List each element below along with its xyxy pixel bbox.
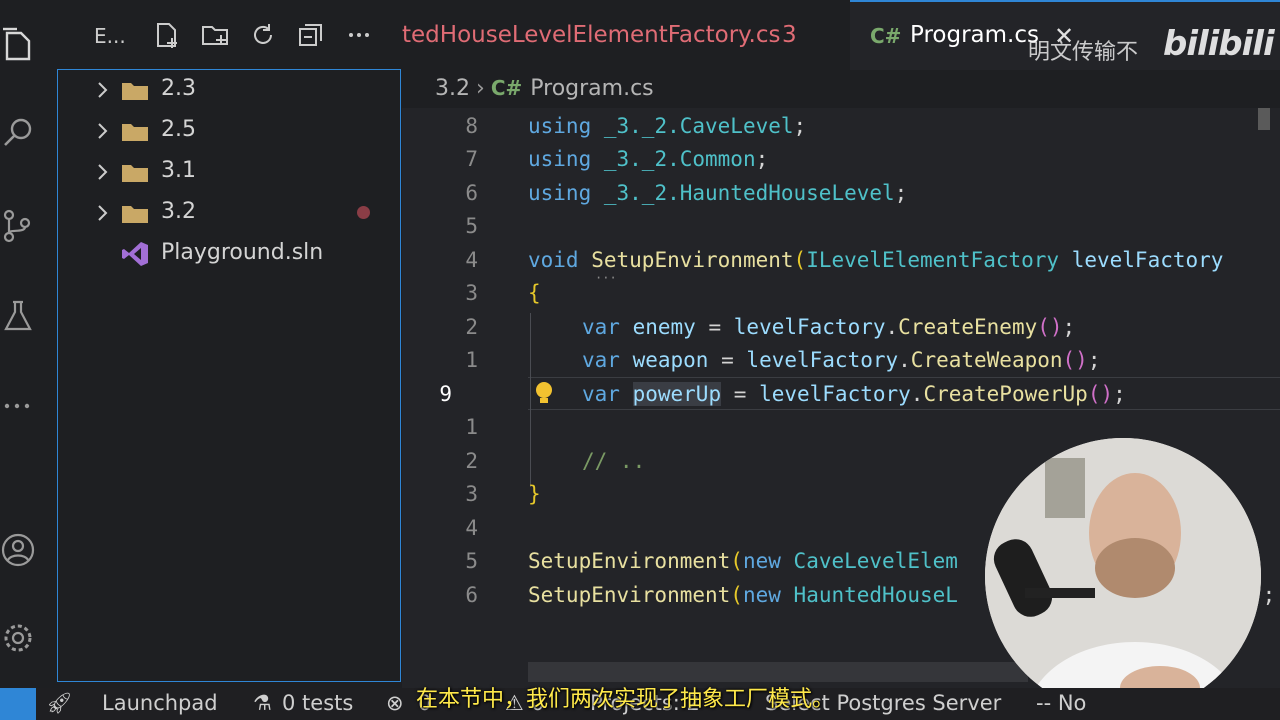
- chevron-right-icon: ›: [476, 76, 485, 101]
- code-line: 1: [402, 410, 1280, 443]
- horizontal-scrollbar[interactable]: [528, 662, 1028, 682]
- folder-icon: [122, 165, 148, 182]
- folder-icon: [122, 206, 148, 223]
- code-comment: // ..: [582, 449, 646, 473]
- line-number: 2: [465, 315, 478, 339]
- vscode-window: E... 2.3 2.5 3.1 3.2 Playground.sln tedH…: [0, 0, 1280, 720]
- code-line: 4 void SetupEnvironment(ILevelElementFac…: [402, 243, 1280, 285]
- watermark-text: 明文传输不: [1028, 40, 1139, 65]
- presenter-image: [985, 438, 1261, 714]
- lightbulb-icon[interactable]: [532, 380, 556, 406]
- status-end-label[interactable]: -- No: [1036, 691, 1086, 715]
- more-icon[interactable]: [0, 388, 36, 424]
- line-number: 6: [465, 583, 478, 607]
- tree-item-folder[interactable]: 2.5: [58, 111, 398, 151]
- more-actions-icon[interactable]: [344, 20, 374, 50]
- problems-count: 3: [782, 22, 797, 48]
- visual-studio-icon: [122, 242, 148, 266]
- vertical-scrollbar[interactable]: [1258, 108, 1270, 130]
- collapse-all-icon[interactable]: [296, 20, 326, 50]
- chevron-right-icon[interactable]: [92, 80, 112, 100]
- chevron-right-icon[interactable]: [92, 203, 112, 223]
- line-number: 2: [465, 449, 478, 473]
- code-text: {: [528, 281, 541, 305]
- line-number: 1: [465, 415, 478, 439]
- chevron-right-icon[interactable]: [92, 121, 112, 141]
- tree-item-label: 2.5: [161, 117, 196, 142]
- code-text: var enemy = levelFactory.CreateEnemy();: [582, 315, 1076, 339]
- code-text: void SetupEnvironment(ILevelElementFacto…: [528, 248, 1224, 272]
- tree-item-folder[interactable]: 3.1: [58, 152, 398, 192]
- video-subtitle: 在本节中，我们两次实现了抽象工厂模式。: [416, 687, 835, 712]
- tree-item-solution[interactable]: Playground.sln: [58, 234, 398, 274]
- explorer-files-icon[interactable]: [0, 26, 36, 62]
- breadcrumb: 3.2 › C# Program.cs: [435, 76, 654, 101]
- new-folder-icon[interactable]: [200, 20, 230, 50]
- webcam-overlay: [985, 438, 1261, 714]
- explorer-tree: 2.3 2.5 3.1 3.2 Playground.sln: [57, 69, 401, 682]
- tree-item-label: 3.2: [161, 199, 196, 224]
- editor-tabs: tedHouseLevelElementFactory.cs 3 C# Prog…: [402, 0, 1280, 70]
- tab-label: tedHouseLevelElementFactory.cs: [402, 22, 781, 48]
- line-number: 1: [465, 348, 478, 372]
- tab-label: Program.cs: [910, 22, 1039, 48]
- breadcrumb-folder[interactable]: 3.2: [435, 76, 470, 101]
- search-icon[interactable]: [0, 114, 36, 150]
- line-number: 8: [465, 114, 478, 138]
- refresh-icon[interactable]: [248, 20, 278, 50]
- line-number: 5: [465, 549, 478, 573]
- tests-label[interactable]: 0 tests: [282, 691, 353, 715]
- error-icon: ⊗: [386, 691, 404, 715]
- code-text: using _3._2.Common;: [528, 147, 769, 171]
- code-line: 1 var weapon = levelFactory.CreateWeapon…: [402, 343, 1280, 376]
- remote-indicator[interactable]: [0, 688, 36, 720]
- chevron-right-icon[interactable]: [92, 162, 112, 182]
- line-number: 3: [465, 281, 478, 305]
- tree-item-label: Playground.sln: [161, 240, 324, 265]
- testing-flask-icon[interactable]: [0, 298, 36, 334]
- code-text: }: [528, 482, 541, 506]
- tab-factory-file[interactable]: tedHouseLevelElementFactory.cs 3: [402, 0, 848, 70]
- source-control-icon[interactable]: [0, 208, 36, 244]
- code-line: 2 var enemy = levelFactory.CreateEnemy()…: [402, 310, 1280, 343]
- bilibili-logo: bilibili: [1163, 24, 1275, 64]
- line-number: 4: [465, 516, 478, 540]
- account-icon[interactable]: [0, 532, 36, 568]
- modified-indicator: [357, 206, 370, 219]
- code-text: var weapon = levelFactory.CreateWeapon()…: [582, 348, 1101, 372]
- folder-icon: [122, 124, 148, 141]
- code-text: using _3._2.HauntedHouseLevel;: [528, 181, 908, 205]
- folder-icon: [122, 83, 148, 100]
- tree-item-folder[interactable]: 2.3: [58, 70, 398, 110]
- csharp-icon: C#: [490, 76, 523, 100]
- line-number: 6: [465, 181, 478, 205]
- tree-item-folder[interactable]: 3.2: [58, 193, 398, 233]
- code-line: 3 {: [402, 276, 1280, 309]
- line-number: 9: [439, 382, 452, 406]
- flask-icon: ⚗︎: [253, 691, 272, 715]
- csharp-icon: C#: [870, 24, 902, 48]
- tree-item-label: 2.3: [161, 76, 196, 101]
- explorer-title: E...: [94, 24, 126, 48]
- code-text: using _3._2.CaveLevel;: [528, 114, 807, 138]
- launchpad-label[interactable]: Launchpad: [102, 691, 218, 715]
- code-text: var powerUp = levelFactory.CreatePowerUp…: [582, 382, 1126, 406]
- code-line: 7 using _3._2.Common;: [402, 142, 1280, 175]
- activity-bar: [0, 0, 40, 688]
- settings-gear-icon[interactable]: [0, 620, 36, 656]
- tree-item-label: 3.1: [161, 158, 196, 183]
- code-line: 8 using _3._2.CaveLevel;: [402, 109, 1280, 142]
- code-text: SetupEnvironment(new CaveLevelElem: [528, 549, 958, 573]
- new-file-icon[interactable]: [152, 20, 182, 50]
- explorer-toolbar: E...: [40, 0, 402, 70]
- line-number: 7: [465, 147, 478, 171]
- code-line: 6 using _3._2.HauntedHouseLevel;: [402, 176, 1280, 209]
- line-number: 3: [465, 482, 478, 506]
- code-line: 5: [402, 209, 1280, 242]
- line-number: 5: [465, 214, 478, 238]
- line-number: 4: [465, 248, 478, 272]
- breadcrumb-file[interactable]: Program.cs: [530, 76, 653, 101]
- code-text: SetupEnvironment(new HauntedHouseL: [528, 583, 958, 607]
- rocket-icon: 🚀︎: [46, 691, 73, 715]
